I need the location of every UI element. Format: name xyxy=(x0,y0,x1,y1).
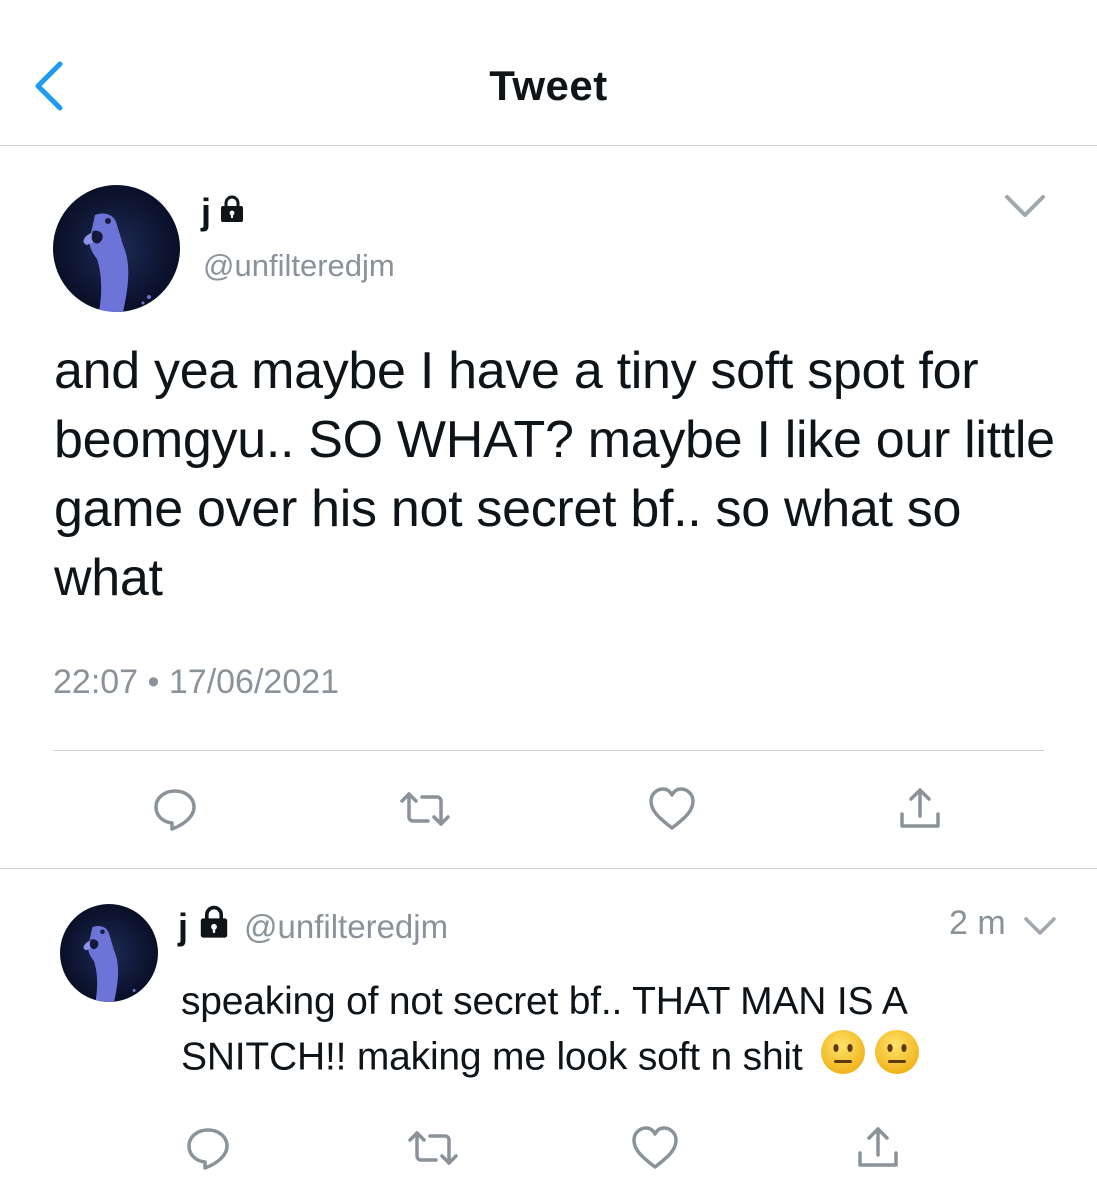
chevron-down-icon xyxy=(1005,195,1045,217)
reply-icon xyxy=(154,789,196,831)
reply-tweet[interactable]: j @unfilteredjm 2 m speaking of not secr… xyxy=(0,870,1097,1200)
user-handle[interactable]: @unfilteredjm xyxy=(203,248,395,284)
retweet-button[interactable] xyxy=(403,1118,463,1178)
tweet-text-block: speaking of not secret bf.. THAT MAN IS … xyxy=(181,976,1061,1090)
tweet-menu-button[interactable] xyxy=(1003,191,1047,221)
top-navbar: Tweet xyxy=(0,0,1097,146)
tweet-text: and yea maybe I have a tiny soft spot fo… xyxy=(54,342,1055,607)
avatar[interactable] xyxy=(60,904,158,1002)
neutral-face-emoji xyxy=(819,1028,867,1090)
tweet-menu-button[interactable] xyxy=(1022,914,1058,938)
display-name-text[interactable]: j xyxy=(178,906,188,948)
lock-icon xyxy=(194,904,234,949)
chevron-down-icon xyxy=(1024,917,1056,935)
reply-icon xyxy=(187,1128,229,1170)
reply-header: j @unfilteredjm xyxy=(178,904,448,949)
lock-icon xyxy=(217,191,247,233)
display-name-text: j xyxy=(201,191,212,232)
retweet-icon xyxy=(408,1131,458,1165)
reply-button[interactable] xyxy=(178,1118,238,1178)
reply-button[interactable] xyxy=(145,779,205,839)
share-icon xyxy=(900,788,940,828)
page-title: Tweet xyxy=(489,62,608,109)
tweet-age: 2 m xyxy=(949,904,1006,942)
retweet-button[interactable] xyxy=(395,779,455,839)
tweet-timestamp[interactable]: 22:07 • 17/06/2021 xyxy=(53,663,339,702)
share-button[interactable] xyxy=(848,1118,908,1178)
user-handle[interactable]: @unfilteredjm xyxy=(244,908,448,946)
like-icon xyxy=(649,787,695,830)
like-button[interactable] xyxy=(625,1118,685,1178)
share-button[interactable] xyxy=(890,779,950,839)
divider xyxy=(53,750,1044,751)
share-icon xyxy=(858,1127,898,1167)
like-button[interactable] xyxy=(642,779,702,839)
like-icon xyxy=(632,1126,678,1169)
display-name[interactable]: j xyxy=(201,191,247,233)
neutral-face-emoji xyxy=(873,1028,921,1090)
main-tweet: j @unfilteredjm and yea maybe I have a t… xyxy=(0,147,1097,869)
retweet-icon xyxy=(400,792,450,826)
avatar[interactable] xyxy=(53,185,180,312)
tweet-text: speaking of not secret bf.. THAT MAN IS … xyxy=(181,980,906,1079)
